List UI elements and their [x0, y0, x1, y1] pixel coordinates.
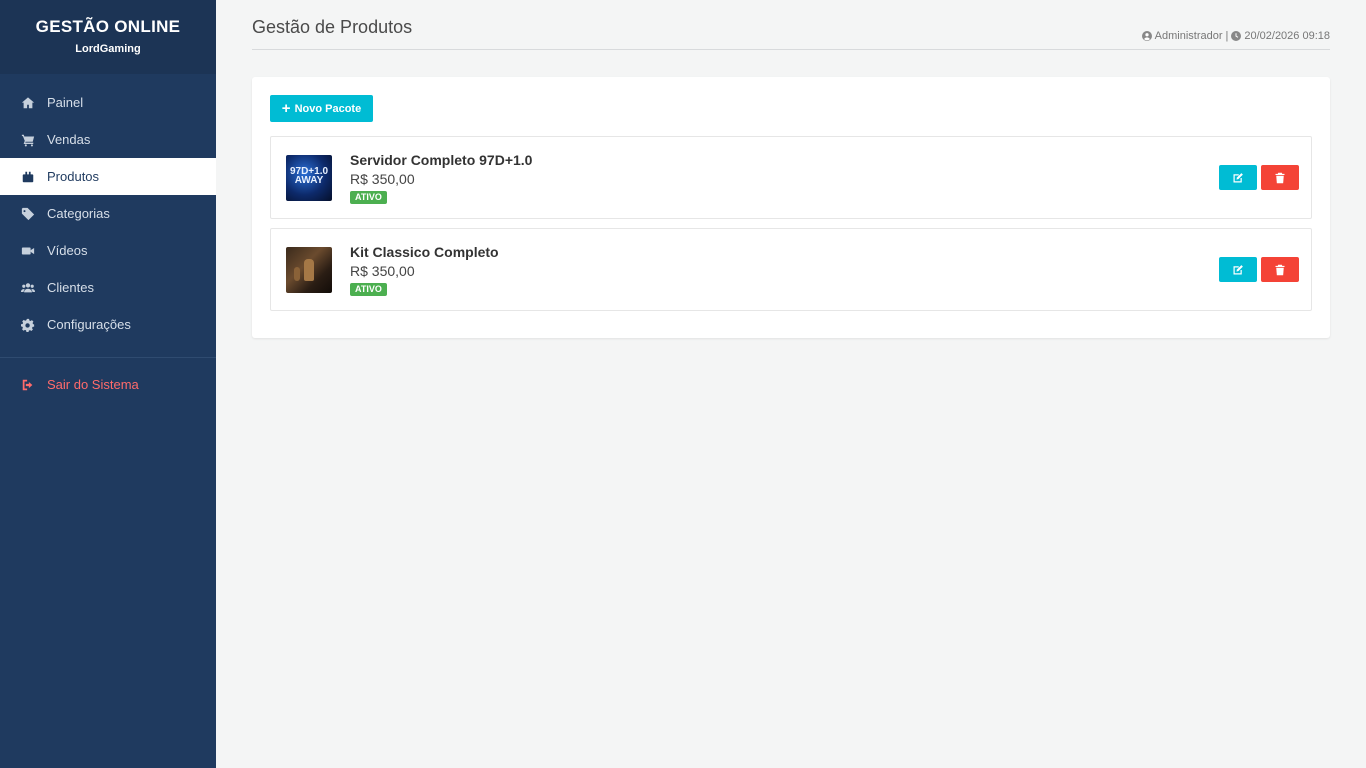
sidebar-item-label: Categorias — [47, 206, 110, 221]
page-header: Gestão de Produtos Administrador | 20/02… — [252, 17, 1330, 50]
product-name: Servidor Completo 97D+1.0 — [350, 152, 533, 168]
brand-title: GESTÃO ONLINE — [35, 17, 181, 36]
header-meta: Administrador | 20/02/2026 09:18 — [1141, 23, 1330, 49]
video-icon — [20, 243, 35, 258]
header-separator: | — [1225, 30, 1229, 42]
product-name: Kit Classico Completo — [350, 244, 499, 260]
main-content: Gestão de Produtos Administrador | 20/02… — [216, 0, 1366, 768]
product-price: R$ 350,00 — [350, 171, 415, 187]
product-price: R$ 350,00 — [350, 263, 415, 279]
edit-button[interactable] — [1219, 257, 1257, 282]
users-icon — [20, 280, 35, 295]
plus-icon: + — [281, 100, 291, 117]
new-package-label: Novo Pacote — [294, 102, 362, 115]
products-card: + Novo Pacote 97D+1.0 AWAY Servidor Comp… — [252, 77, 1330, 338]
sidebar-item-produtos[interactable]: Produtos — [0, 158, 216, 195]
sidebar: GESTÃO ONLINE LordGaming Painel Vendas P… — [0, 0, 216, 768]
sidebar-item-label: Vídeos — [47, 243, 88, 258]
product-thumbnail: 97D+1.0 AWAY — [286, 155, 332, 201]
edit-icon — [1233, 264, 1243, 274]
product-item: 97D+1.0 AWAY Servidor Completo 97D+1.0 R… — [270, 136, 1312, 219]
sidebar-item-vendas[interactable]: Vendas — [0, 121, 216, 158]
sidebar-nav: Painel Vendas Produtos Categorias Vídeos… — [0, 74, 216, 343]
logout-icon — [20, 377, 35, 392]
trash-icon — [1275, 172, 1285, 183]
logout-label: Sair do Sistema — [47, 377, 139, 392]
gear-icon — [20, 317, 35, 332]
sidebar-item-configuracoes[interactable]: Configurações — [0, 306, 216, 343]
new-package-button[interactable]: + Novo Pacote — [270, 95, 373, 122]
sidebar-item-label: Configurações — [47, 317, 131, 332]
box-icon — [20, 169, 35, 184]
cart-icon — [20, 132, 35, 147]
delete-button[interactable] — [1261, 257, 1299, 282]
status-badge: ATIVO — [350, 283, 387, 296]
product-thumbnail — [286, 247, 332, 293]
sidebar-item-categorias[interactable]: Categorias — [0, 195, 216, 232]
clock-icon — [1231, 31, 1242, 41]
page-title: Gestão de Produtos — [252, 17, 413, 37]
user-icon — [1141, 31, 1152, 41]
home-icon — [20, 95, 35, 110]
header-datetime: 20/02/2026 09:18 — [1244, 30, 1330, 42]
header-user: Administrador — [1154, 30, 1223, 42]
tag-icon — [20, 206, 35, 221]
sidebar-item-label: Produtos — [47, 169, 100, 184]
sidebar-item-label: Clientes — [47, 280, 94, 295]
sidebar-item-clientes[interactable]: Clientes — [0, 269, 216, 306]
sidebar-divider — [0, 357, 216, 358]
edit-button[interactable] — [1219, 165, 1257, 190]
trash-icon — [1275, 264, 1285, 275]
edit-icon — [1233, 172, 1243, 182]
sidebar-item-label: Painel — [47, 95, 84, 110]
delete-button[interactable] — [1261, 165, 1299, 190]
brand-subtitle: LordGaming — [75, 43, 141, 55]
sidebar-item-label: Vendas — [47, 132, 91, 147]
sidebar-item-painel[interactable]: Painel — [0, 84, 216, 121]
brand: GESTÃO ONLINE LordGaming — [0, 0, 216, 74]
sidebar-item-videos[interactable]: Vídeos — [0, 232, 216, 269]
logout-button[interactable]: Sair do Sistema — [0, 366, 216, 403]
status-badge: ATIVO — [350, 191, 387, 204]
product-item: Kit Classico Completo R$ 350,00 ATIVO — [270, 228, 1312, 311]
thumbnail-text: 97D+1.0 AWAY — [289, 166, 329, 186]
